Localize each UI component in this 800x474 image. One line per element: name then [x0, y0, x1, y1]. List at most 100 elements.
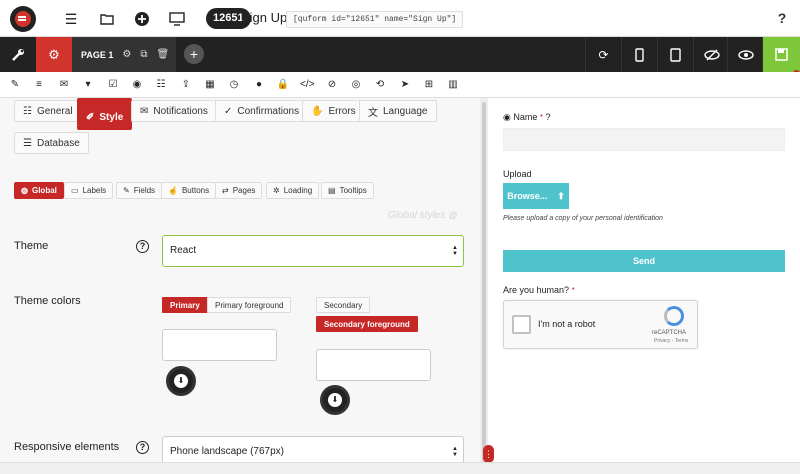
- preview-screen-icon[interactable]: [166, 8, 188, 30]
- page-delete-icon[interactable]: 🗑: [156, 49, 169, 60]
- responsive-select[interactable]: Phone landscape (767px) ▲ ▼: [162, 436, 464, 462]
- globe-icon: ◍: [21, 186, 28, 195]
- select-arrows-icon: ▲ ▼: [452, 245, 458, 257]
- upload-hint: Please upload a copy of your personal id…: [503, 215, 663, 222]
- help-icon[interactable]: ?: [772, 8, 792, 28]
- select-arrows-icon: ▲ ▼: [452, 446, 458, 458]
- user-icon[interactable]: ●: [252, 78, 266, 92]
- add-circle-icon[interactable]: [131, 8, 153, 30]
- secondary-tab[interactable]: Secondary: [316, 297, 371, 313]
- horizontal-scrollbar[interactable]: [0, 462, 800, 474]
- name-field-label: ◉ Name * ?: [503, 112, 551, 122]
- primary-color-picker[interactable]: ⬇: [166, 366, 196, 396]
- tab-general[interactable]: ☷ General: [14, 100, 82, 122]
- subtab-pages[interactable]: ⇄ Pages: [215, 182, 263, 199]
- quform-logo[interactable]: [10, 6, 36, 32]
- gear-icon[interactable]: ⚙: [36, 37, 72, 72]
- tab-confirmations[interactable]: ✓ Confirmations: [215, 100, 309, 122]
- send-paper-plane-icon[interactable]: ➤: [398, 78, 412, 92]
- columns-icon[interactable]: ▥: [446, 78, 460, 92]
- theme-value: React: [170, 245, 197, 256]
- tab-page-1[interactable]: PAGE 1 ⚙ ⧉ 🗑: [72, 37, 176, 72]
- speech-bubble-icon: ▤: [328, 186, 336, 195]
- browse-button[interactable]: Browse... ⬆: [503, 183, 569, 209]
- user-circle-icon: ◉: [503, 112, 511, 122]
- required-star: *: [571, 286, 575, 295]
- secondary-color-picker[interactable]: ⬇: [320, 385, 350, 415]
- shortcode-field[interactable]: [quform id="12651" name="Sign Up"]: [286, 11, 464, 28]
- spinner-icon: ✲: [273, 186, 280, 195]
- refresh-icon[interactable]: ⟳: [585, 37, 621, 72]
- tab-style[interactable]: ✐ Style: [77, 98, 133, 130]
- wrench-icon[interactable]: [0, 37, 36, 72]
- help-tooltip-icon[interactable]: ?: [546, 112, 551, 122]
- eye-slash-icon[interactable]: [693, 37, 729, 72]
- translate-icon: 文: [368, 107, 378, 119]
- responsive-value: Phone landscape (767px): [170, 446, 284, 457]
- primary-color-input[interactable]: [162, 329, 277, 361]
- send-button[interactable]: Send: [503, 250, 785, 272]
- element-toolbar: ✎ ≡ ✉ ▾ ☑ ◉ ☷ ⇪ ▦ ◷ ● 🔒 </> ⊘ ◎ ⟲ ➤ ⊞ ▥: [0, 72, 800, 98]
- checkbox-icon[interactable]: ☑: [106, 78, 120, 92]
- menu-icon[interactable]: ☰: [60, 8, 82, 30]
- tab-errors[interactable]: ✋ Errors: [302, 100, 365, 122]
- required-star: *: [539, 113, 544, 122]
- recaptcha-icon[interactable]: ⟲: [373, 78, 387, 92]
- tab-database[interactable]: ☰ Database: [14, 132, 89, 154]
- sliders-icon: ☷: [23, 105, 32, 117]
- hidden-eye-icon[interactable]: ⊘: [325, 78, 339, 92]
- theme-select[interactable]: React ▲ ▼: [162, 235, 464, 267]
- tab-language[interactable]: 文 Language: [359, 100, 437, 122]
- primary-tab[interactable]: Primary: [162, 297, 208, 313]
- eye-icon[interactable]: [727, 37, 763, 72]
- list-icon[interactable]: ☷: [154, 78, 168, 92]
- radio-icon[interactable]: ◉: [130, 78, 144, 92]
- global-styles-watermark: Global styles ◍: [388, 210, 457, 221]
- subtab-labels[interactable]: ▭ Labels: [64, 182, 114, 199]
- subtab-fields[interactable]: ✎ Fields: [116, 182, 163, 199]
- mobile-phone-icon[interactable]: [621, 37, 657, 72]
- tab-notifications[interactable]: ✉ Notifications: [131, 100, 217, 122]
- subtab-tooltips[interactable]: ▤ Tooltips: [321, 182, 374, 199]
- subtab-loading[interactable]: ✲ Loading: [266, 182, 320, 199]
- left-panel-scrollbar[interactable]: [480, 98, 488, 462]
- dropper-icon: ⬇: [328, 393, 342, 407]
- resize-handle-icon[interactable]: ⋮: [483, 445, 494, 463]
- question-icon[interactable]: ?: [136, 240, 149, 253]
- textarea-lines-icon[interactable]: ≡: [32, 78, 46, 92]
- recaptcha-checkbox[interactable]: [512, 315, 531, 334]
- secondary-color-input[interactable]: [316, 349, 431, 381]
- page-bar: ⚙ PAGE 1 ⚙ ⧉ 🗑 + ⟳: [0, 37, 800, 72]
- form-preview: ◉ Name * ? Upload Browse... ⬆ Please uplo…: [494, 98, 800, 462]
- primary-foreground-tab[interactable]: Primary foreground: [207, 297, 292, 313]
- page-settings-icon[interactable]: ⚙: [122, 49, 131, 60]
- select-dropdown-icon[interactable]: ▾: [81, 78, 95, 92]
- name-input[interactable]: [503, 128, 785, 151]
- subtab-buttons[interactable]: ☝ Buttons: [161, 182, 217, 199]
- save-icon[interactable]: [762, 37, 800, 72]
- subtab-global[interactable]: ◍ Global: [14, 182, 64, 199]
- tablet-icon[interactable]: [657, 37, 693, 72]
- pencil-icon[interactable]: ✎: [8, 78, 22, 92]
- question-icon[interactable]: ?: [136, 441, 149, 454]
- recaptcha-terms[interactable]: Privacy - Terms: [654, 338, 688, 344]
- upload-icon[interactable]: ⇪: [179, 78, 193, 92]
- envelope-icon[interactable]: ✉: [57, 78, 71, 92]
- secondary-foreground-tab[interactable]: Secondary foreground: [316, 316, 418, 332]
- database-icon: ☰: [23, 137, 32, 149]
- folder-open-icon[interactable]: [96, 8, 118, 30]
- responsive-elements-label: Responsive elements: [14, 441, 120, 453]
- code-icon[interactable]: </>: [300, 78, 314, 92]
- group-icon[interactable]: ⊞: [422, 78, 436, 92]
- calendar-icon[interactable]: ▦: [203, 78, 217, 92]
- captcha-icon[interactable]: ◎: [349, 78, 363, 92]
- clock-icon[interactable]: ◷: [227, 78, 241, 92]
- page-duplicate-icon[interactable]: ⧉: [140, 49, 147, 60]
- pages-icon: ⇄: [222, 186, 229, 195]
- lock-icon[interactable]: 🔒: [276, 78, 290, 92]
- recaptcha-logo-icon: [664, 306, 684, 326]
- theme-colors-label: Theme colors: [14, 295, 81, 307]
- recaptcha-brand: reCAPTCHA: [652, 330, 687, 336]
- label-tag-icon: ▭: [71, 186, 79, 195]
- add-page-button[interactable]: +: [184, 44, 204, 64]
